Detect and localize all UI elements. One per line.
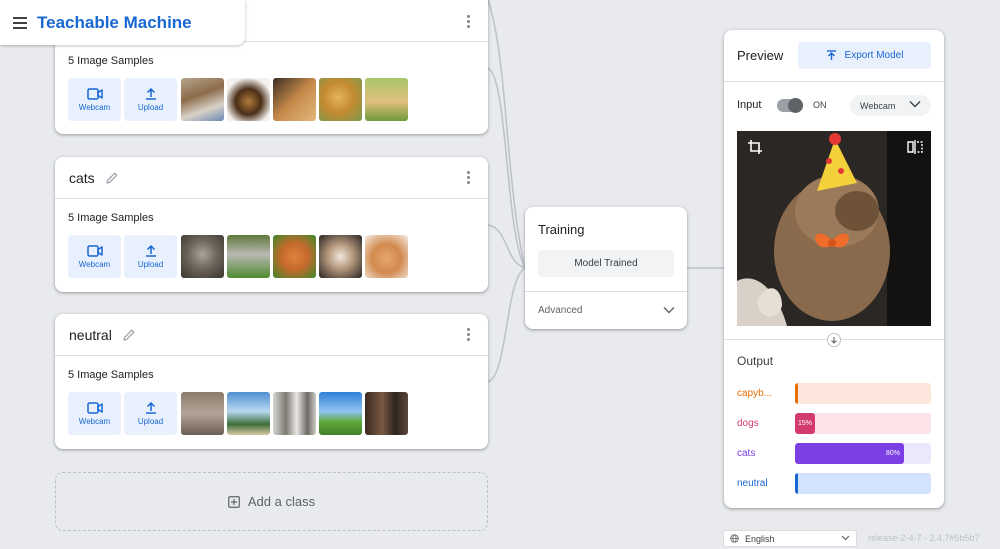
- input-source-value: Webcam: [860, 100, 896, 111]
- confidence-bar-fill: 80%: [795, 443, 904, 464]
- output-label: Output: [737, 354, 774, 368]
- sample-thumbnail[interactable]: [273, 392, 316, 435]
- output-class-label: dogs: [737, 418, 759, 429]
- class-card-neutral: neutral 5 Image Samples Webcam Upload: [55, 314, 488, 449]
- upload-button[interactable]: Upload: [124, 235, 177, 278]
- upload-label: Upload: [137, 260, 164, 269]
- upload-icon: [826, 49, 836, 60]
- add-box-icon: [228, 495, 240, 508]
- class-card-header: cats: [55, 157, 488, 199]
- chevron-down-icon: [841, 535, 850, 541]
- sample-thumbnail[interactable]: [273, 235, 316, 278]
- webcam-label: Webcam: [78, 259, 111, 269]
- confidence-bar-fill: [795, 473, 798, 494]
- menu-icon[interactable]: [5, 5, 35, 41]
- preview-panel: Preview Export Model Input ON Webcam Out…: [724, 30, 944, 508]
- output-class-label: cats: [737, 448, 756, 459]
- sample-thumbnail[interactable]: [181, 392, 224, 435]
- app-title: Teachable Machine: [37, 12, 192, 32]
- sample-thumbnail[interactable]: [365, 235, 408, 278]
- output-class-label: capyb...: [737, 388, 773, 399]
- upload-button[interactable]: Upload: [124, 392, 177, 435]
- training-title: Training: [538, 222, 585, 237]
- sample-thumbnail[interactable]: [319, 392, 362, 435]
- upload-label: Upload: [137, 103, 164, 112]
- samples-count: 5 Image Samples: [68, 55, 154, 67]
- class-name[interactable]: cats: [69, 170, 95, 186]
- input-label: Input: [737, 99, 762, 111]
- confidence-bar-fill: 15%: [795, 413, 815, 434]
- webcam-preview: [737, 131, 931, 326]
- webcam-label: Webcam: [78, 102, 111, 112]
- videocam-icon: [86, 244, 103, 257]
- sample-thumbnail[interactable]: [227, 392, 270, 435]
- webcam-button[interactable]: Webcam: [68, 235, 121, 278]
- more-options-icon[interactable]: [467, 328, 470, 341]
- model-trained-button[interactable]: Model Trained: [538, 250, 674, 277]
- class-card-cats: cats 5 Image Samples Webcam Upload: [55, 157, 488, 292]
- sample-thumbnail[interactable]: [227, 235, 270, 278]
- upload-icon: [145, 401, 156, 414]
- crop-icon[interactable]: [747, 139, 763, 155]
- confidence-bar: [795, 383, 931, 404]
- training-card: Training Model Trained Advanced: [525, 207, 687, 329]
- upload-icon: [145, 87, 156, 100]
- sample-thumbnail[interactable]: [319, 78, 362, 121]
- confidence-bar: [795, 473, 931, 494]
- add-class-button[interactable]: Add a class: [55, 472, 488, 531]
- output-class-label: neutral: [737, 478, 768, 489]
- sample-thumbnail[interactable]: [319, 235, 362, 278]
- more-options-icon[interactable]: [467, 15, 470, 28]
- confidence-bar-fill: [795, 383, 798, 404]
- sample-thumbnail[interactable]: [227, 78, 270, 121]
- upload-icon: [145, 244, 156, 257]
- input-source-select[interactable]: Webcam: [850, 95, 931, 116]
- app-header: Teachable Machine: [0, 0, 245, 45]
- toggle-knob: [788, 98, 803, 113]
- globe-icon: [730, 534, 739, 543]
- advanced-toggle[interactable]: Advanced: [525, 291, 687, 329]
- videocam-icon: [86, 87, 103, 100]
- confidence-bar: 80%: [795, 443, 931, 464]
- language-value: English: [745, 533, 775, 544]
- preview-title: Preview: [737, 48, 784, 63]
- confidence-value: 15%: [798, 420, 813, 427]
- confidence-bar: 15%: [795, 413, 931, 434]
- webcam-button[interactable]: Webcam: [68, 78, 121, 121]
- preview-header: Preview Export Model: [724, 30, 944, 82]
- sample-thumbnail[interactable]: [365, 392, 408, 435]
- sample-thumbnail[interactable]: [273, 78, 316, 121]
- upload-button[interactable]: Upload: [124, 78, 177, 121]
- toggle-state: ON: [813, 100, 827, 110]
- edit-pencil-icon[interactable]: [122, 328, 136, 342]
- export-model-button[interactable]: Export Model: [798, 42, 931, 69]
- add-class-label: Add a class: [247, 494, 316, 509]
- language-select[interactable]: English: [723, 530, 857, 547]
- chevron-down-icon: [909, 101, 921, 108]
- sample-thumbnail[interactable]: [365, 78, 408, 121]
- videocam-icon: [86, 401, 103, 414]
- edit-pencil-icon[interactable]: [105, 171, 119, 185]
- export-model-label: Export Model: [844, 50, 904, 61]
- webcam-frame-image: [737, 131, 931, 326]
- webcam-label: Webcam: [78, 416, 111, 426]
- arrow-down-icon[interactable]: [827, 333, 841, 347]
- upload-label: Upload: [137, 417, 164, 426]
- advanced-label: Advanced: [538, 305, 583, 316]
- class-name[interactable]: neutral: [69, 327, 112, 343]
- input-toggle[interactable]: [777, 98, 803, 113]
- sample-thumbnail[interactable]: [181, 78, 224, 121]
- release-version: release-2-4-7 - 2.4.7#5b5b7: [868, 533, 980, 543]
- class-card-header: neutral: [55, 314, 488, 356]
- flip-icon[interactable]: [907, 139, 923, 155]
- more-options-icon[interactable]: [467, 171, 470, 184]
- confidence-value: 80%: [885, 450, 900, 457]
- chevron-down-icon: [663, 307, 675, 314]
- webcam-button[interactable]: Webcam: [68, 392, 121, 435]
- samples-count: 5 Image Samples: [68, 212, 154, 224]
- sample-thumbnail[interactable]: [181, 235, 224, 278]
- samples-count: 5 Image Samples: [68, 369, 154, 381]
